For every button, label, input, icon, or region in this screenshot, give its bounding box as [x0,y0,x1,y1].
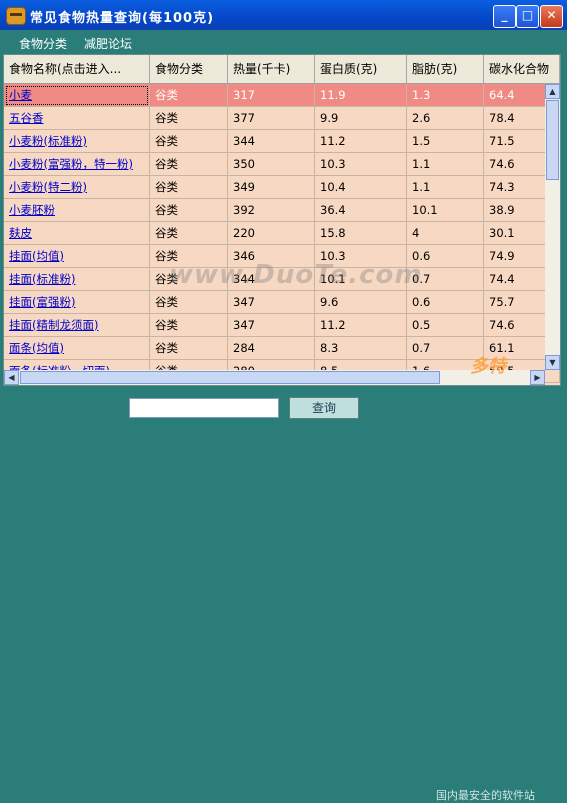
table-row[interactable]: 小麦粉(特二粉) 谷类 349 10.4 1.1 74.3 [4,176,560,199]
column-header-protein[interactable]: 蛋白质(克) [315,55,407,83]
cell-fat: 1.3 [407,84,484,107]
cell-calories: 377 [228,107,315,130]
cell-protein: 8.3 [315,337,407,360]
table-row[interactable]: 挂面(富强粉) 谷类 347 9.6 0.6 75.7 [4,291,560,314]
scroll-left-arrow-icon[interactable]: ◀ [4,370,19,385]
search-input[interactable] [129,398,279,418]
scroll-down-arrow-icon[interactable]: ▼ [545,355,560,370]
cell-protein: 11.9 [315,84,407,107]
table-row[interactable]: 小麦粉(富强粉，特一粉) 谷类 350 10.3 1.1 74.6 [4,153,560,176]
cell-calories: 349 [228,176,315,199]
cell-fat: 0.5 [407,314,484,337]
scroll-right-arrow-icon[interactable]: ▶ [530,370,545,385]
cell-protein: 10.3 [315,153,407,176]
table-header: 食物名称(点击进入... 食物分类 热量(千卡) 蛋白质(克) 脂肪(克) 碳水… [4,55,560,84]
table-row[interactable]: 麸皮 谷类 220 15.8 4 30.1 [4,222,560,245]
food-link[interactable]: 五谷香 [4,107,150,130]
search-bar: 查询 国内最安全的软件站 [0,390,567,802]
app-window: 常见食物热量查询(每100克) _ □ ✕ 食物分类 减肥论坛 食物名称(点击进… [0,0,567,802]
cell-protein: 15.8 [315,222,407,245]
food-link[interactable]: 小麦粉(标准粉) [4,130,150,153]
cell-category: 谷类 [150,337,228,360]
cell-calories: 284 [228,337,315,360]
maximize-button[interactable]: □ [516,5,539,28]
table-row[interactable]: 小麦胚粉 谷类 392 36.4 10.1 38.9 [4,199,560,222]
food-link[interactable]: 挂面(标准粉) [4,268,150,291]
cell-protein: 9.6 [315,291,407,314]
cell-protein: 9.9 [315,107,407,130]
food-link[interactable]: 挂面(富强粉) [4,291,150,314]
table-row[interactable]: 五谷香 谷类 377 9.9 2.6 78.4 [4,107,560,130]
cell-protein: 11.2 [315,314,407,337]
menu-food-category[interactable]: 食物分类 [19,35,67,52]
cell-calories: 347 [228,314,315,337]
cell-category: 谷类 [150,291,228,314]
close-button[interactable]: ✕ [540,5,563,28]
cell-fat: 1.1 [407,176,484,199]
cell-fat: 1.1 [407,153,484,176]
search-button[interactable]: 查询 [289,397,359,419]
cell-calories: 350 [228,153,315,176]
menu-bar: 食物分类 减肥论坛 [0,30,567,54]
food-link[interactable]: 挂面(均值) [4,245,150,268]
food-link[interactable]: 小麦胚粉 [4,199,150,222]
cell-category: 谷类 [150,176,228,199]
hamburger-app-icon [6,7,26,25]
vertical-scroll-thumb[interactable] [546,100,559,180]
horizontal-scrollbar[interactable]: ◀ ▶ [4,370,545,385]
vertical-scrollbar[interactable]: ▲ ▼ [545,84,560,370]
cell-category: 谷类 [150,153,228,176]
cell-category: 谷类 [150,199,228,222]
cell-category: 谷类 [150,130,228,153]
menu-diet-forum[interactable]: 减肥论坛 [84,35,132,52]
column-header-carbs[interactable]: 碳水化合物 [484,55,560,83]
cell-protein: 10.4 [315,176,407,199]
cell-fat: 0.6 [407,291,484,314]
table-row[interactable]: 小麦 谷类 317 11.9 1.3 64.4 [4,84,560,107]
column-header-category[interactable]: 食物分类 [150,55,228,83]
table-row[interactable]: 挂面(精制龙须面) 谷类 347 11.2 0.5 74.6 [4,314,560,337]
watermark: www.DuoTe.com [169,260,423,290]
cell-category: 谷类 [150,84,228,107]
cell-fat: 10.1 [407,199,484,222]
cell-calories: 344 [228,130,315,153]
cell-fat: 1.5 [407,130,484,153]
cell-calories: 220 [228,222,315,245]
cell-protein: 11.2 [315,130,407,153]
cell-category: 谷类 [150,314,228,337]
window-title: 常见食物热量查询(每100克) [30,11,215,26]
horizontal-scroll-thumb[interactable] [20,371,440,384]
food-link[interactable]: 挂面(精制龙须面) [4,314,150,337]
column-header-name[interactable]: 食物名称(点击进入... [4,55,150,83]
cell-calories: 317 [228,84,315,107]
title-bar[interactable]: 常见食物热量查询(每100克) _ □ ✕ [0,0,567,30]
site-slogan: 国内最安全的软件站 [436,789,535,802]
cell-category: 谷类 [150,222,228,245]
column-header-calories[interactable]: 热量(千卡) [228,55,315,83]
food-link[interactable]: 小麦 [4,84,150,107]
food-link[interactable]: 麸皮 [4,222,150,245]
food-table: 食物名称(点击进入... 食物分类 热量(千卡) 蛋白质(克) 脂肪(克) 碳水… [3,54,561,386]
cell-protein: 36.4 [315,199,407,222]
cell-category: 谷类 [150,107,228,130]
scroll-up-arrow-icon[interactable]: ▲ [545,84,560,99]
cell-calories: 392 [228,199,315,222]
duote-logo: 多特 [470,356,506,377]
cell-fat: 4 [407,222,484,245]
food-link[interactable]: 小麦粉(特二粉) [4,176,150,199]
food-link[interactable]: 面条(均值) [4,337,150,360]
table-row[interactable]: 小麦粉(标准粉) 谷类 344 11.2 1.5 71.5 [4,130,560,153]
cell-calories: 347 [228,291,315,314]
column-header-fat[interactable]: 脂肪(克) [407,55,484,83]
food-link[interactable]: 小麦粉(富强粉，特一粉) [4,153,150,176]
minimize-button[interactable]: _ [493,5,516,28]
cell-fat: 2.6 [407,107,484,130]
